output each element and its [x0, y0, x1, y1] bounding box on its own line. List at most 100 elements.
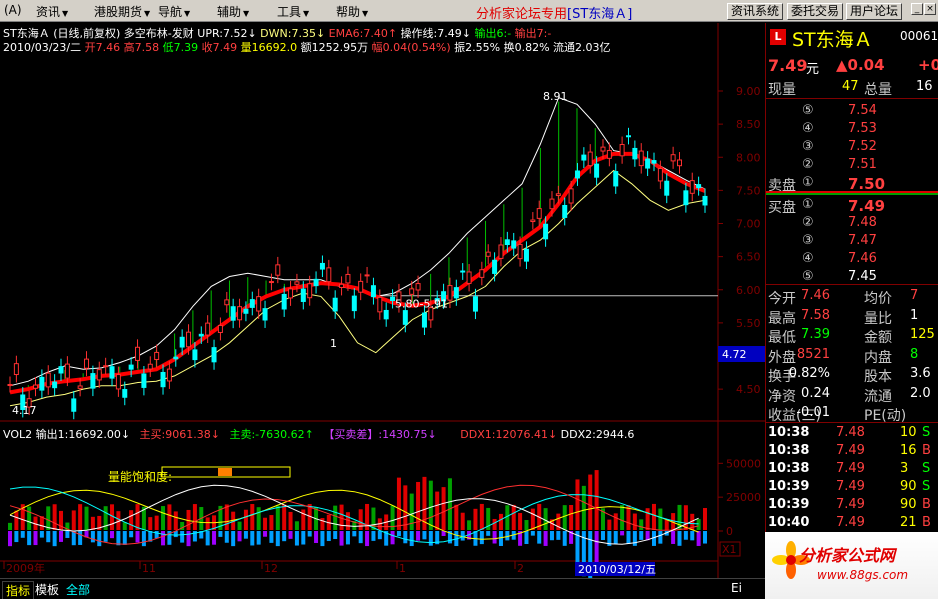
- stat-label: 今开: [768, 291, 796, 307]
- vol-ddx1: DDX1:12076.41↓: [460, 428, 558, 441]
- ask-row[interactable]: ② 7.51: [766, 157, 938, 175]
- candle-body: [179, 336, 185, 348]
- tab-template[interactable]: 模板: [32, 581, 62, 598]
- stat-value: 0.24: [801, 385, 830, 401]
- vol-bar-neg: [339, 531, 344, 546]
- candle-body: [651, 160, 657, 164]
- candle-body: [122, 389, 128, 398]
- ask-row[interactable]: ④ 7.53: [766, 121, 938, 139]
- candle-body: [313, 278, 319, 287]
- candle-body: [415, 283, 421, 291]
- info-system-button[interactable]: 资讯系统: [727, 3, 784, 20]
- menu-hk-futures[interactable]: 港股期货 ▼: [94, 3, 150, 20]
- candle-body: [288, 288, 294, 299]
- user-forum-button[interactable]: 用户论坛: [846, 3, 903, 20]
- stat-row: 外盘 8521 内盘 8: [766, 347, 938, 367]
- candle-body: [479, 269, 485, 278]
- menu-help[interactable]: 帮助 ▼: [336, 3, 368, 20]
- candle-body: [230, 306, 236, 321]
- menu-assist[interactable]: 辅助 ▼: [217, 3, 249, 20]
- candle-body: [52, 381, 58, 389]
- vol-bar-neg: [620, 531, 625, 536]
- menu-info[interactable]: 资讯 ▼: [36, 3, 68, 20]
- tick-volume: 90: [900, 479, 917, 494]
- tab-indicator[interactable]: 指标: [2, 581, 35, 599]
- vol-bar: [473, 508, 478, 530]
- vol-bar-neg: [141, 531, 146, 547]
- vol-bar-neg: [14, 531, 19, 543]
- y-tick-label: 7.00: [736, 218, 761, 231]
- vol-bar-neg: [154, 531, 159, 539]
- menu-navigate[interactable]: 导航 ▼: [158, 3, 190, 20]
- vol-bar: [696, 519, 701, 530]
- vol-bar-neg: [122, 531, 127, 545]
- vol-bar: [148, 517, 153, 530]
- minimize-icon[interactable]: _: [911, 3, 923, 15]
- bid-row[interactable]: ④ 7.46: [766, 251, 938, 269]
- vol-bar: [358, 509, 363, 530]
- candle-body: [370, 285, 376, 298]
- vol-bar-neg: [231, 531, 236, 547]
- stat-value: -0.01: [796, 405, 830, 420]
- candle-body: [211, 347, 217, 363]
- candle-body: [71, 398, 77, 412]
- tick-time: 10:39: [768, 497, 810, 512]
- quote-panel: L ST东海Ａ 00061 7.49 元 ▲0.04 +0 现量 47 总量 1…: [765, 23, 938, 578]
- bid-row[interactable]: 买盘 ① 7.49: [766, 197, 938, 216]
- tick-price: 7.49: [836, 515, 865, 530]
- vol-bar-neg: [78, 531, 83, 545]
- candle-body: [243, 308, 249, 314]
- vol-bar: [192, 504, 197, 530]
- vol-bar: [333, 505, 338, 530]
- tick-row: 10:38 7.48 10 S: [766, 425, 938, 442]
- vol-bar: [492, 518, 497, 530]
- tick-price: 7.49: [836, 443, 865, 458]
- bottom-tab-bar: 指标 模板 全部 Ei: [0, 578, 765, 599]
- bid-row[interactable]: ② 7.48: [766, 215, 938, 233]
- tick-row: 10:39 7.49 90 S: [766, 479, 938, 496]
- vol-name: VOL2: [3, 428, 33, 441]
- vol-bar-neg: [632, 531, 637, 546]
- candle-body: [224, 299, 230, 306]
- trade-button[interactable]: 委托交易: [787, 3, 844, 20]
- candle-body: [300, 288, 306, 302]
- vol-bar-neg: [626, 531, 631, 544]
- vol-bar-neg: [282, 531, 287, 542]
- low-label: 4.17: [12, 404, 37, 417]
- vol-bar: [651, 503, 656, 530]
- vol-bar-neg: [46, 531, 51, 543]
- stat-label-2: 量比: [864, 310, 892, 327]
- stat-label-2: 流通: [864, 388, 892, 405]
- menu-A[interactable]: (A): [4, 3, 22, 17]
- menu-tools[interactable]: 工具 ▼: [277, 3, 309, 20]
- candle-body: [326, 267, 332, 283]
- vol-bar-neg: [537, 531, 542, 544]
- bar-float: 流通2.03亿: [553, 41, 611, 54]
- vol-bar-neg: [677, 531, 682, 546]
- kline-chart[interactable]: 9.008.508.007.507.006.506.005.505.004.50…: [0, 23, 765, 578]
- logo-icon: L: [770, 29, 786, 45]
- vol-bar-neg: [524, 531, 529, 544]
- ask-row[interactable]: ③ 7.52: [766, 139, 938, 157]
- tab-all[interactable]: 全部: [63, 581, 93, 598]
- volume-line: 现量 47 总量 16: [766, 79, 938, 98]
- vol-bar: [275, 505, 280, 530]
- tick-row: 10:39 7.49 90 B: [766, 497, 938, 514]
- ask-level: ⑤: [802, 103, 814, 118]
- close-icon[interactable]: ×: [924, 3, 936, 15]
- bar-high: 高7.58: [123, 41, 160, 54]
- vol-bar: [78, 504, 83, 530]
- candle-body: [447, 285, 453, 301]
- tick-time: 10:40: [768, 515, 810, 530]
- ask-row[interactable]: ⑤ 7.54: [766, 103, 938, 121]
- candle-body: [198, 333, 204, 337]
- bid-row[interactable]: ③ 7.47: [766, 233, 938, 251]
- chart-area[interactable]: 9.008.508.007.507.006.506.005.505.004.50…: [0, 23, 765, 578]
- vol-bar-neg: [428, 531, 433, 546]
- vol-bar-neg: [269, 531, 274, 543]
- stat-value-2: 2.0: [910, 385, 931, 401]
- vol-bar-neg: [403, 531, 408, 544]
- vol-bar-neg: [600, 531, 605, 541]
- vol-bar-neg: [377, 531, 382, 540]
- candle-body: [613, 171, 619, 187]
